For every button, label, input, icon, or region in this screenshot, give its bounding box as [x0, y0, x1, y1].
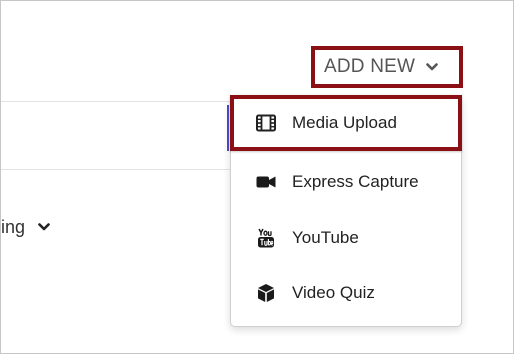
chevron-down-icon — [37, 220, 51, 234]
divider — [1, 101, 231, 102]
youtube-icon — [256, 228, 276, 248]
menu-item-media-upload[interactable]: Media Upload — [230, 95, 462, 151]
menu-item-express-capture[interactable]: Express Capture — [231, 153, 461, 211]
search-input-edge[interactable] — [227, 105, 229, 151]
menu-item-video-quiz[interactable]: Video Quiz — [231, 264, 461, 322]
add-new-label: ADD NEW — [324, 56, 416, 77]
page-frame: ADD NEW ing Media Upload Express Capture… — [0, 0, 514, 354]
video-camera-icon — [256, 172, 276, 192]
top-bar: ADD NEW — [1, 1, 513, 101]
menu-item-youtube[interactable]: YouTube — [231, 209, 461, 267]
sort-label: ing — [1, 216, 26, 237]
add-new-dropdown-menu: Media Upload Express Capture YouTube Vid… — [230, 95, 462, 327]
add-new-button[interactable]: ADD NEW — [311, 46, 463, 88]
film-icon — [256, 113, 276, 133]
menu-item-label: Media Upload — [292, 113, 397, 132]
menu-item-label: YouTube — [292, 228, 359, 247]
divider — [1, 169, 231, 170]
sort-dropdown[interactable]: ing — [1, 213, 51, 241]
chevron-down-icon — [425, 60, 439, 74]
menu-item-label: Video Quiz — [292, 283, 375, 302]
menu-item-label: Express Capture — [292, 172, 419, 191]
cube-icon — [256, 283, 276, 303]
